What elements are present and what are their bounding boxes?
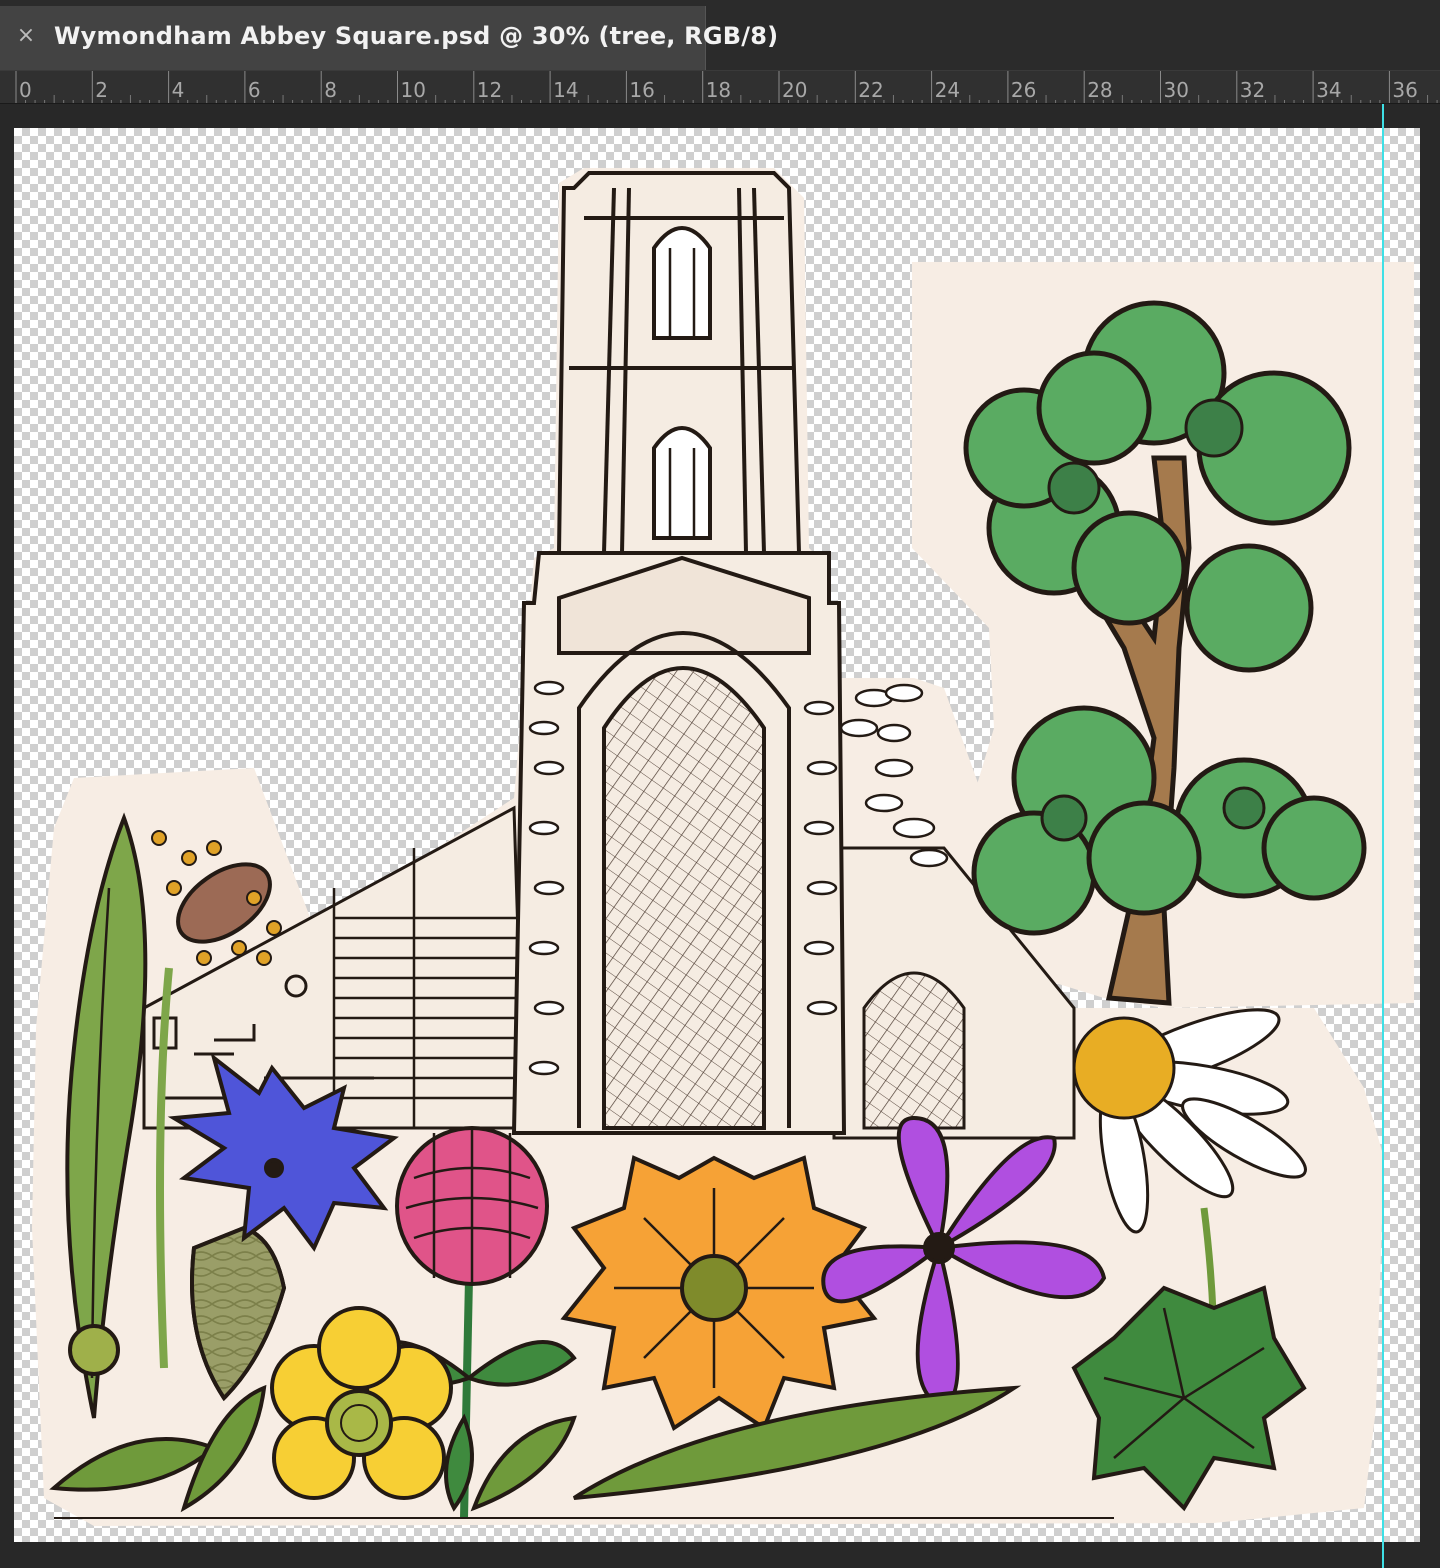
ruler-label: 12 <box>477 78 502 102</box>
horizontal-ruler[interactable]: 0 2 4 6 8 10 12 14 16 18 20 22 24 26 28 30 32 34 36 <box>0 70 1440 104</box>
ruler-label: 30 <box>1164 78 1189 102</box>
ruler-label: 4 <box>172 78 185 102</box>
ruler-label: 14 <box>553 78 578 102</box>
ruler-label: 20 <box>782 78 807 102</box>
ruler-label: 28 <box>1087 78 1112 102</box>
ruler-label: 34 <box>1316 78 1341 102</box>
ruler-label: 36 <box>1392 78 1417 102</box>
ruler-label: 0 <box>19 78 32 102</box>
ruler-label: 2 <box>95 78 108 102</box>
ruler-label: 10 <box>401 78 426 102</box>
ruler-label: 22 <box>858 78 883 102</box>
document-tab[interactable]: × Wymondham Abbey Square.psd @ 30% (tree… <box>0 6 778 70</box>
guide-line[interactable] <box>1382 104 1384 1568</box>
document-canvas[interactable] <box>14 128 1420 1542</box>
document-tab-title: Wymondham Abbey Square.psd @ 30% (tree, … <box>54 22 779 50</box>
ruler-label: 24 <box>935 78 960 102</box>
abbey-tower <box>556 171 802 555</box>
ruler-label: 18 <box>706 78 731 102</box>
ruler-label: 6 <box>248 78 261 102</box>
ruler-ticks: 0 2 4 6 8 10 12 14 16 18 20 22 24 26 28 30 32 34 36 <box>15 71 1438 103</box>
artwork <box>32 168 1414 1526</box>
ruler-label: 16 <box>629 78 654 102</box>
close-icon[interactable]: × <box>16 25 36 47</box>
ruler-label: 32 <box>1240 78 1265 102</box>
abbey-tower-lower <box>511 551 847 1135</box>
ruler-label: 8 <box>324 78 337 102</box>
document-tab-bar: × Wymondham Abbey Square.psd @ 30% (tree… <box>0 0 1440 70</box>
ruler-label: 26 <box>1011 78 1036 102</box>
